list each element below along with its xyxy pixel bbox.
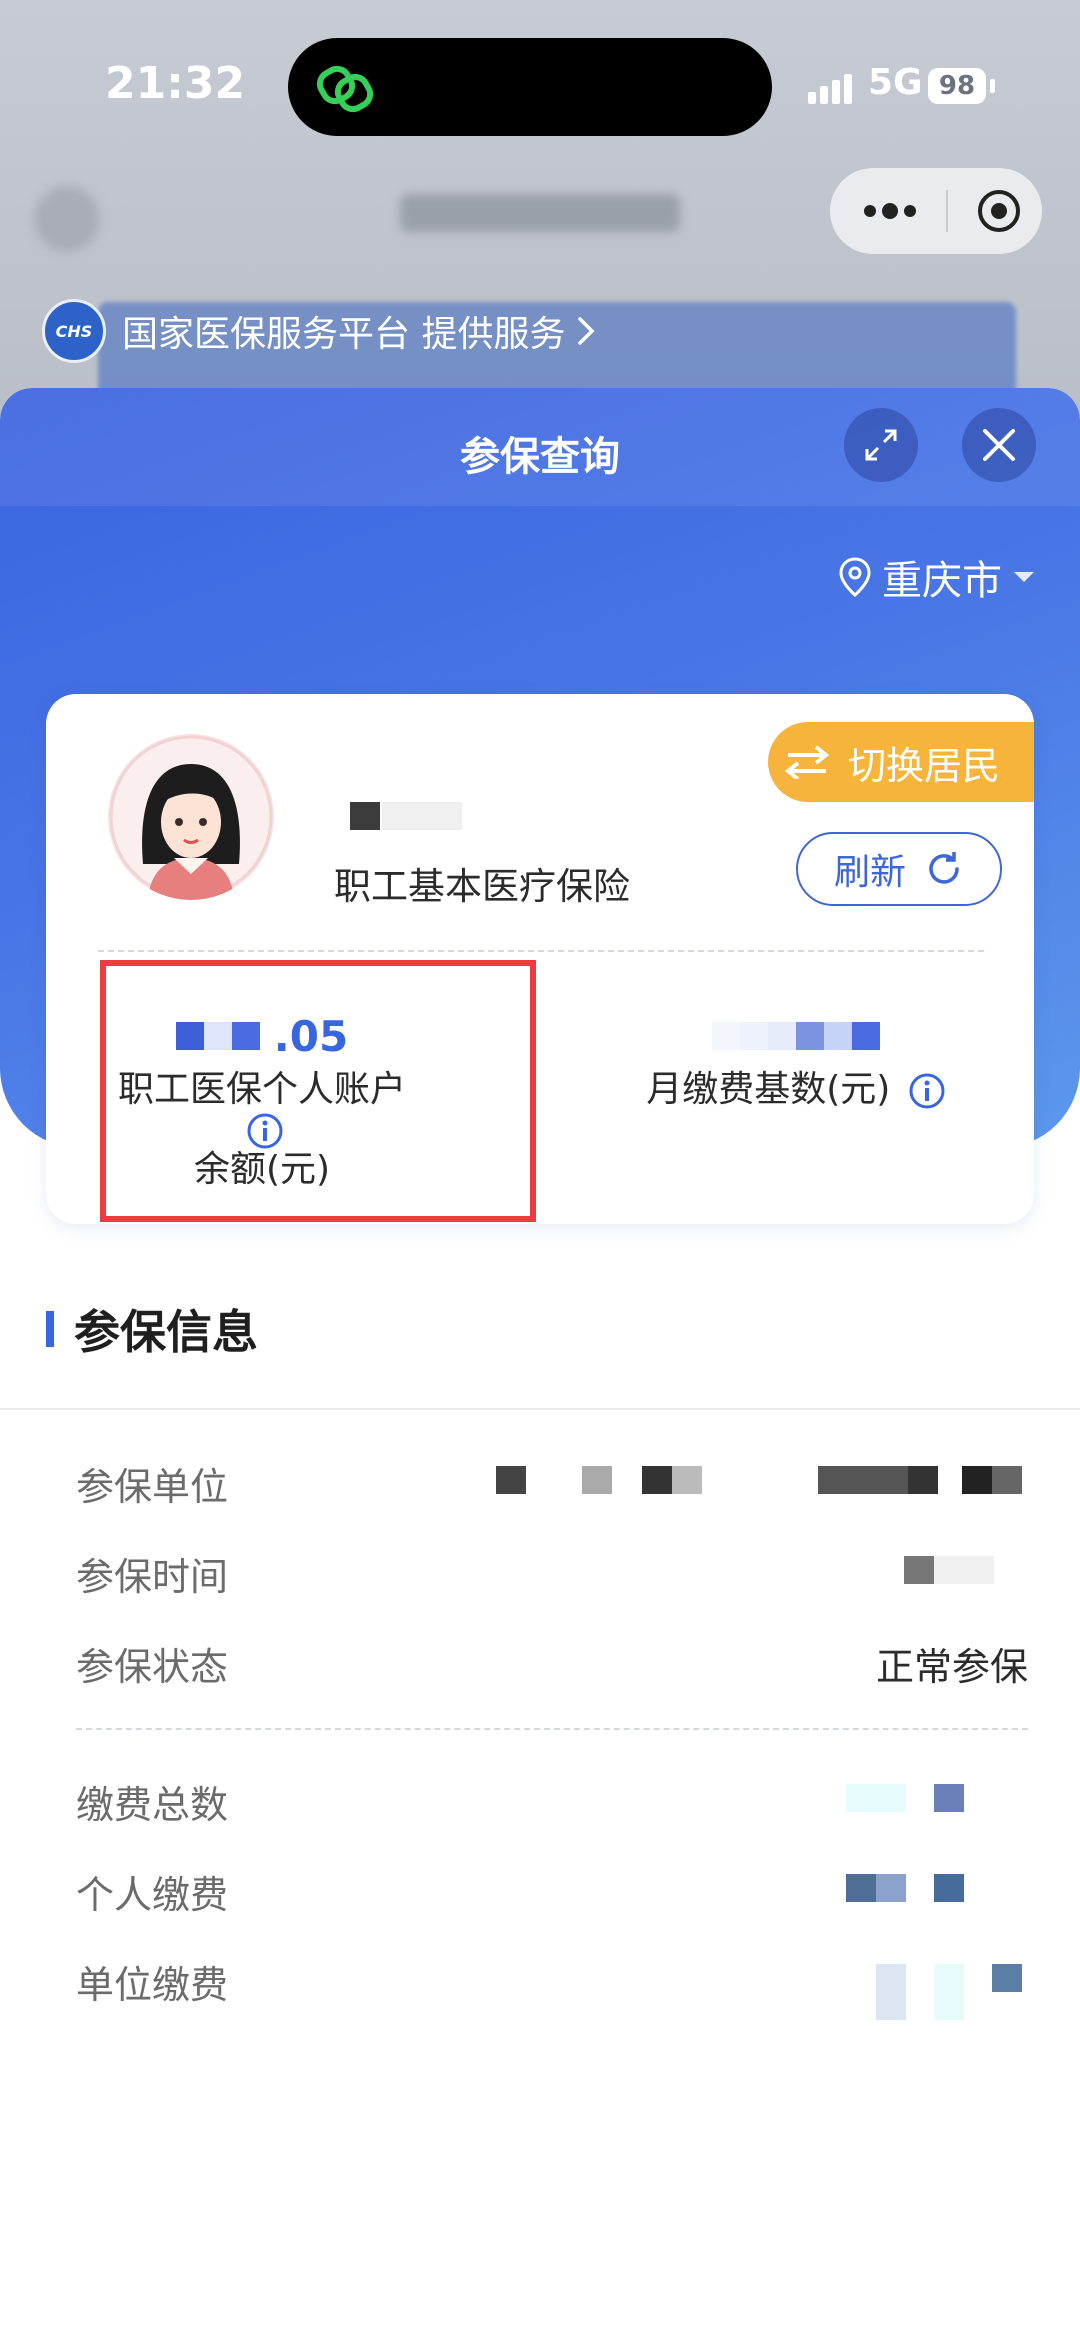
- status-bar: 21:32 5G 98: [0, 0, 1080, 170]
- network-type: 5G: [868, 62, 923, 103]
- background-title-blur: [400, 194, 680, 232]
- signal-icon: [808, 74, 852, 104]
- redacted-pixel: [818, 1466, 908, 1494]
- monthly-base-label: 月缴费基数(元): [606, 1070, 986, 1110]
- close-miniprogram-icon[interactable]: [976, 188, 1022, 234]
- info-row-status: 参保状态 正常参保: [76, 1636, 1028, 1696]
- background-home-icon: [34, 186, 100, 252]
- redacted-pixel: [934, 1556, 994, 1584]
- section-header: 参保信息: [46, 1296, 258, 1362]
- info-row-total-payment: 缴费总数: [76, 1774, 1028, 1834]
- redacted-pixel: [934, 1964, 964, 2020]
- expand-button[interactable]: [844, 408, 918, 482]
- capsule-divider: [946, 190, 948, 232]
- redacted-pixel: [672, 1466, 702, 1494]
- switch-resident-button[interactable]: 切换居民: [768, 722, 1034, 802]
- refresh-label: 刷新: [833, 852, 906, 893]
- insurance-type: 职工基本医疗保险: [334, 865, 630, 908]
- section-accent-bar: [46, 1311, 54, 1347]
- redacted-pixel: [642, 1466, 672, 1494]
- redacted-pixel: [876, 1874, 906, 1902]
- expand-icon: [865, 429, 897, 461]
- dynamic-island: [288, 38, 772, 136]
- name-redacted-2: [382, 802, 462, 830]
- card-divider: [98, 950, 984, 952]
- swap-icon: [784, 745, 830, 779]
- redacted-pixel: [876, 1964, 906, 2020]
- redacted-pixel: [992, 1466, 1022, 1494]
- redacted-pixel: [846, 1784, 906, 1812]
- provider-link[interactable]: CHS 国家医保服务平台 提供服务: [42, 298, 595, 364]
- redacted-pixel: [962, 1466, 992, 1494]
- row-label: 参保状态: [76, 1645, 229, 1689]
- refresh-button[interactable]: 刷新: [796, 832, 1002, 906]
- redacted-pixel: [712, 1022, 740, 1050]
- insurance-query-sheet: 参保查询 重庆市 职工基本医疗保险 切换居民 刷新 .05 职工医保个人账户 余…: [0, 388, 1080, 2348]
- row-label: 单位缴费: [76, 1963, 229, 2007]
- redacted-pixel: [934, 1874, 964, 1902]
- chs-logo: CHS: [42, 299, 106, 363]
- section-title: 参保信息: [74, 1305, 258, 1359]
- row-label: 参保时间: [76, 1555, 229, 1599]
- monthly-base-value: [606, 1014, 986, 1058]
- location-text: 重庆市: [882, 558, 1002, 604]
- avatar: [108, 734, 274, 900]
- more-icon[interactable]: [860, 190, 920, 232]
- location-pin-icon: [839, 557, 871, 597]
- row-label: 参保单位: [76, 1465, 229, 1509]
- status-time: 21:32: [105, 58, 246, 109]
- miniprogram-capsule[interactable]: [830, 168, 1042, 254]
- section-divider: [0, 1408, 1080, 1410]
- info-row-employer-payment: 单位缴费: [76, 1954, 1028, 2020]
- refresh-icon: [929, 852, 959, 884]
- redacted-pixel: [852, 1022, 880, 1050]
- provider-text: 国家医保服务平台 提供服务: [122, 314, 566, 355]
- close-button[interactable]: [962, 408, 1036, 482]
- name-redacted: [350, 802, 380, 830]
- redacted-pixel: [740, 1022, 768, 1050]
- redacted-pixel: [992, 1964, 1022, 1992]
- sheet-title: 参保查询: [460, 434, 620, 480]
- redacted-pixel: [824, 1022, 852, 1050]
- info-row-employer: 参保单位: [76, 1456, 1028, 1516]
- redacted-pixel: [846, 1874, 876, 1902]
- insurance-status-value: 正常参保: [875, 1645, 1028, 1689]
- link-app-icon: [316, 65, 374, 113]
- info-row-personal-payment: 个人缴费: [76, 1864, 1028, 1924]
- row-label: 缴费总数: [76, 1783, 229, 1827]
- monthly-base-label-text: 月缴费基数(元): [646, 1069, 891, 1110]
- avatar-illustration: [109, 735, 273, 900]
- battery-cap: [990, 79, 995, 93]
- location-selector[interactable]: 重庆市: [838, 548, 1034, 606]
- info-icon[interactable]: [908, 1072, 946, 1110]
- monthly-base-stat[interactable]: 月缴费基数(元): [606, 1014, 986, 1110]
- battery-icon: 98: [928, 68, 986, 104]
- redacted-pixel: [904, 1556, 934, 1584]
- chevron-right-icon: [578, 317, 595, 345]
- redacted-pixel: [768, 1022, 796, 1050]
- redacted-pixel: [908, 1466, 938, 1494]
- highlight-box: [100, 960, 536, 1222]
- redacted-pixel: [496, 1466, 526, 1494]
- close-icon: [983, 429, 1015, 461]
- switch-resident-label: 切换居民: [848, 743, 1001, 788]
- caret-down-icon: [1014, 572, 1034, 582]
- row-label: 个人缴费: [76, 1873, 229, 1917]
- redacted-pixel: [582, 1466, 612, 1494]
- info-row-start-date: 参保时间: [76, 1546, 1028, 1606]
- redacted-pixel: [934, 1784, 964, 1812]
- redacted-pixel: [796, 1022, 824, 1050]
- rows-divider: [76, 1728, 1028, 1730]
